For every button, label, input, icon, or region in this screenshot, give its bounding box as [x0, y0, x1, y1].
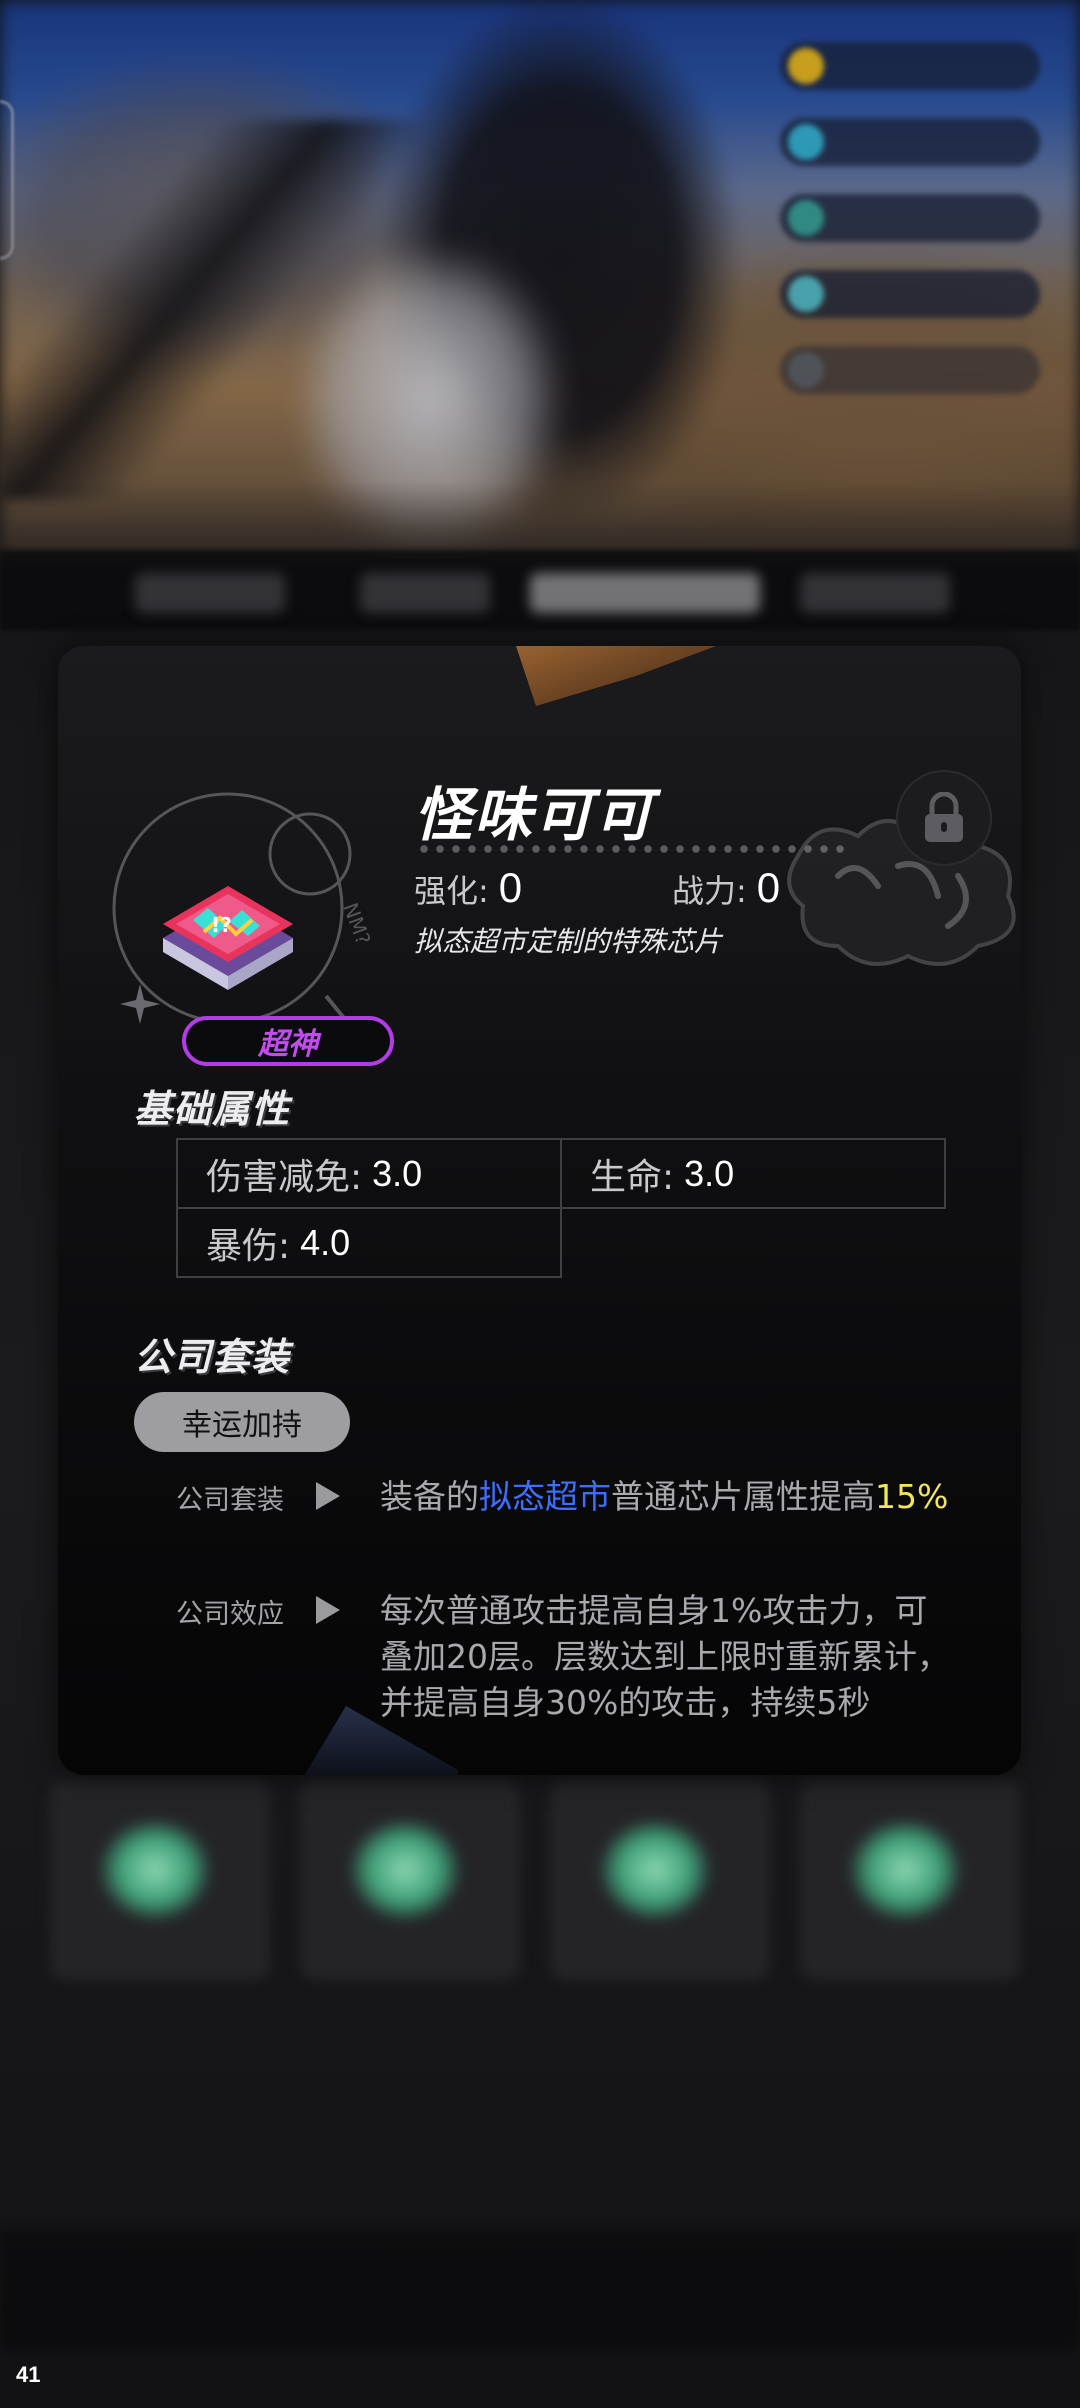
attribute-cell: 伤害减免: 3.0 [176, 1138, 562, 1209]
company-name-highlight: 拟态超市 [479, 1477, 611, 1516]
chip-name: 怪味可可 [414, 781, 655, 849]
lock-button[interactable] [896, 770, 992, 866]
play-arrow-icon [316, 1482, 340, 1510]
power-label: 战力: [672, 872, 747, 910]
page-number: 41 [16, 2362, 41, 2387]
attribute-label: 生命: [590, 1156, 675, 1198]
set-bonus-text: 装备的拟态超市普通芯片属性提高15% [380, 1474, 960, 1520]
base-attributes-heading: 基础属性 [134, 1087, 291, 1131]
svg-text:!?: !? [211, 913, 232, 937]
rarity-badge: 超神 [182, 1016, 394, 1066]
power-stat: 战力: 0 [672, 864, 780, 912]
background-tab [360, 573, 490, 613]
company-set-heading: 公司套装 [134, 1335, 291, 1379]
chip-detail-card[interactable]: NM? !? 超神 怪味可可 强化: 0 战力: 0 拟态超市定制的特殊芯片 基础属… [58, 646, 1021, 1775]
set-bonus-text-part: 普通芯片属性提高 [611, 1477, 875, 1516]
enhance-stat: 强化: 0 [414, 864, 522, 912]
base-attributes-table: 伤害减免: 3.0 生命: 3.0 暴伤: 4.0 [176, 1138, 946, 1280]
background-chip-slot [50, 1780, 270, 1980]
set-bonus-text-part: 装备的 [380, 1477, 479, 1516]
background-chip-slot [550, 1780, 770, 1980]
attribute-value: 4.0 [300, 1221, 351, 1263]
card-top-decoration [516, 646, 716, 706]
enhance-value: 0 [498, 864, 523, 911]
attribute-value: 3.0 [684, 1152, 735, 1194]
set-bonus-label: 公司套装 [176, 1485, 284, 1516]
background-chip-slot [300, 1780, 520, 1980]
title-dotted-divider [416, 844, 846, 854]
lock-icon [925, 792, 963, 842]
background-chip-slot [800, 1780, 1020, 1980]
company-effect-text: 每次普通攻击提高自身1%攻击力，可叠加20层。层数达到上限时重新累计，并提高自身… [380, 1591, 950, 1722]
attribute-cell: 暴伤: 4.0 [176, 1207, 562, 1278]
background-tab [135, 573, 285, 613]
background-tab [800, 573, 950, 613]
bonus-percent-highlight: 15% [875, 1477, 949, 1516]
power-value: 0 [756, 864, 781, 911]
svg-text:NM?: NM? [338, 900, 375, 948]
attribute-cell: 生命: 3.0 [560, 1138, 946, 1209]
enhance-label: 强化: [414, 872, 489, 910]
play-arrow-icon [316, 1596, 340, 1624]
set-name-tag: 幸运加持 [134, 1392, 350, 1452]
background-bottom-bar [0, 2230, 1080, 2350]
attribute-value: 3.0 [372, 1152, 423, 1194]
chip-description: 拟态超市定制的特殊芯片 [414, 925, 723, 958]
chip-icon: NM? !? [112, 792, 376, 1024]
background-tab-active [530, 573, 760, 613]
attribute-label: 暴伤: [206, 1225, 291, 1267]
attribute-label: 伤害减免: [206, 1156, 363, 1198]
company-effect-label: 公司效应 [176, 1599, 284, 1630]
